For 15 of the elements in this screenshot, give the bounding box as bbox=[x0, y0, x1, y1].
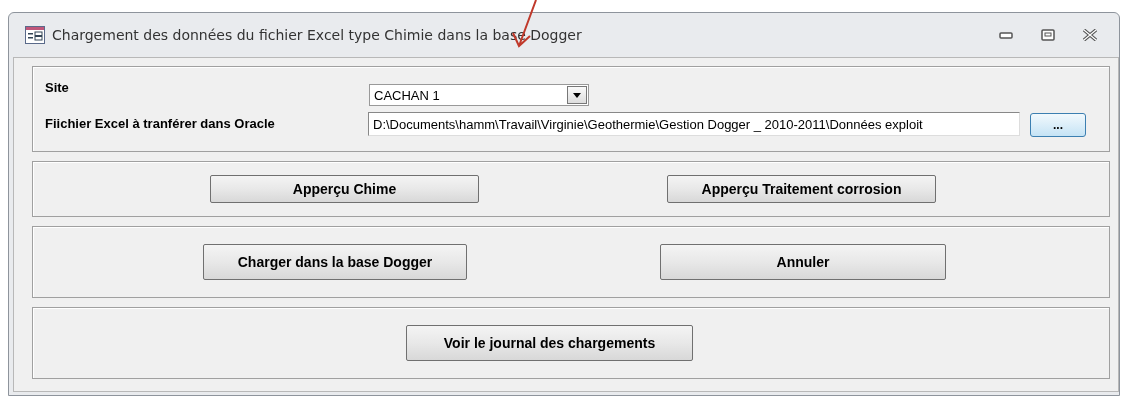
close-icon[interactable] bbox=[1082, 29, 1098, 41]
file-label: Fiichier Excel à tranférer dans Oracle bbox=[45, 116, 275, 131]
browse-button[interactable]: ... bbox=[1030, 113, 1086, 137]
site-label: Site bbox=[45, 80, 69, 95]
action-button[interactable]: Apperçu Traitement corrosion bbox=[667, 175, 936, 203]
site-dropdown[interactable]: CACHAN 1 bbox=[369, 84, 589, 106]
minimize-icon[interactable] bbox=[999, 31, 1013, 39]
file-path-field[interactable]: D:\Documents\hamm\Travail\Virginie\Geothermie\Gestion Dogger _ 2010-2011\Données exploit bbox=[368, 112, 1020, 136]
action-button[interactable]: Apperçu Chime bbox=[210, 175, 479, 203]
form-icon bbox=[25, 26, 45, 44]
dropdown-arrow-icon bbox=[573, 92, 581, 98]
action-button[interactable]: Charger dans la base Dogger bbox=[203, 244, 467, 280]
action-button[interactable]: Voir le journal des chargements bbox=[406, 325, 693, 361]
maximize-icon[interactable] bbox=[1041, 29, 1055, 41]
action-button[interactable]: Annuler bbox=[660, 244, 946, 280]
